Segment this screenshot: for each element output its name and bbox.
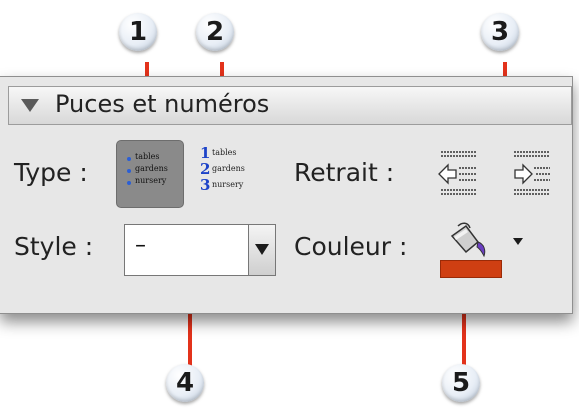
bullet-item: nursery: [135, 176, 167, 185]
bullet-list-button[interactable]: tables gardens nursery: [116, 140, 184, 208]
style-label: Style :: [14, 232, 94, 261]
indent-decrease-icon[interactable]: [437, 148, 481, 196]
panel-title: Puces et numéros: [55, 90, 270, 118]
callout-badge-3: 3: [481, 13, 519, 51]
callout-badge-2: 2: [196, 13, 234, 51]
bullet-dot: [127, 157, 131, 161]
bullet-dot: [127, 181, 131, 185]
callout-badge-4: 4: [166, 364, 204, 402]
callout-badge-5: 5: [442, 364, 480, 402]
couleur-label: Couleur :: [294, 232, 408, 261]
type-label: Type :: [14, 158, 88, 187]
disclosure-triangle-icon[interactable]: [21, 99, 39, 112]
chevron-down-icon[interactable]: [248, 225, 275, 275]
list-number: 3: [200, 176, 211, 194]
indent-increase-icon[interactable]: [510, 148, 554, 196]
list-item: nursery: [212, 180, 244, 189]
dropdown-arrow-icon[interactable]: [513, 238, 523, 245]
list-item: gardens: [212, 164, 245, 173]
retrait-label: Retrait :: [294, 158, 395, 187]
bullet-item: tables: [135, 152, 160, 161]
list-item: tables: [212, 148, 237, 157]
style-dropdown[interactable]: –: [124, 224, 276, 276]
bullet-dot: [127, 169, 131, 173]
panel-header[interactable]: Puces et numéros: [8, 86, 572, 125]
bullets-numbering-panel: Puces et numéros: [0, 76, 573, 314]
style-value: –: [135, 233, 146, 258]
callout-badge-1: 1: [119, 13, 157, 51]
color-swatch[interactable]: [440, 260, 502, 278]
numbered-list-button[interactable]: 1 tables 2 gardens 3 nursery: [196, 142, 262, 206]
paint-bucket-icon[interactable]: [444, 222, 492, 262]
bullet-item: gardens: [135, 164, 168, 173]
